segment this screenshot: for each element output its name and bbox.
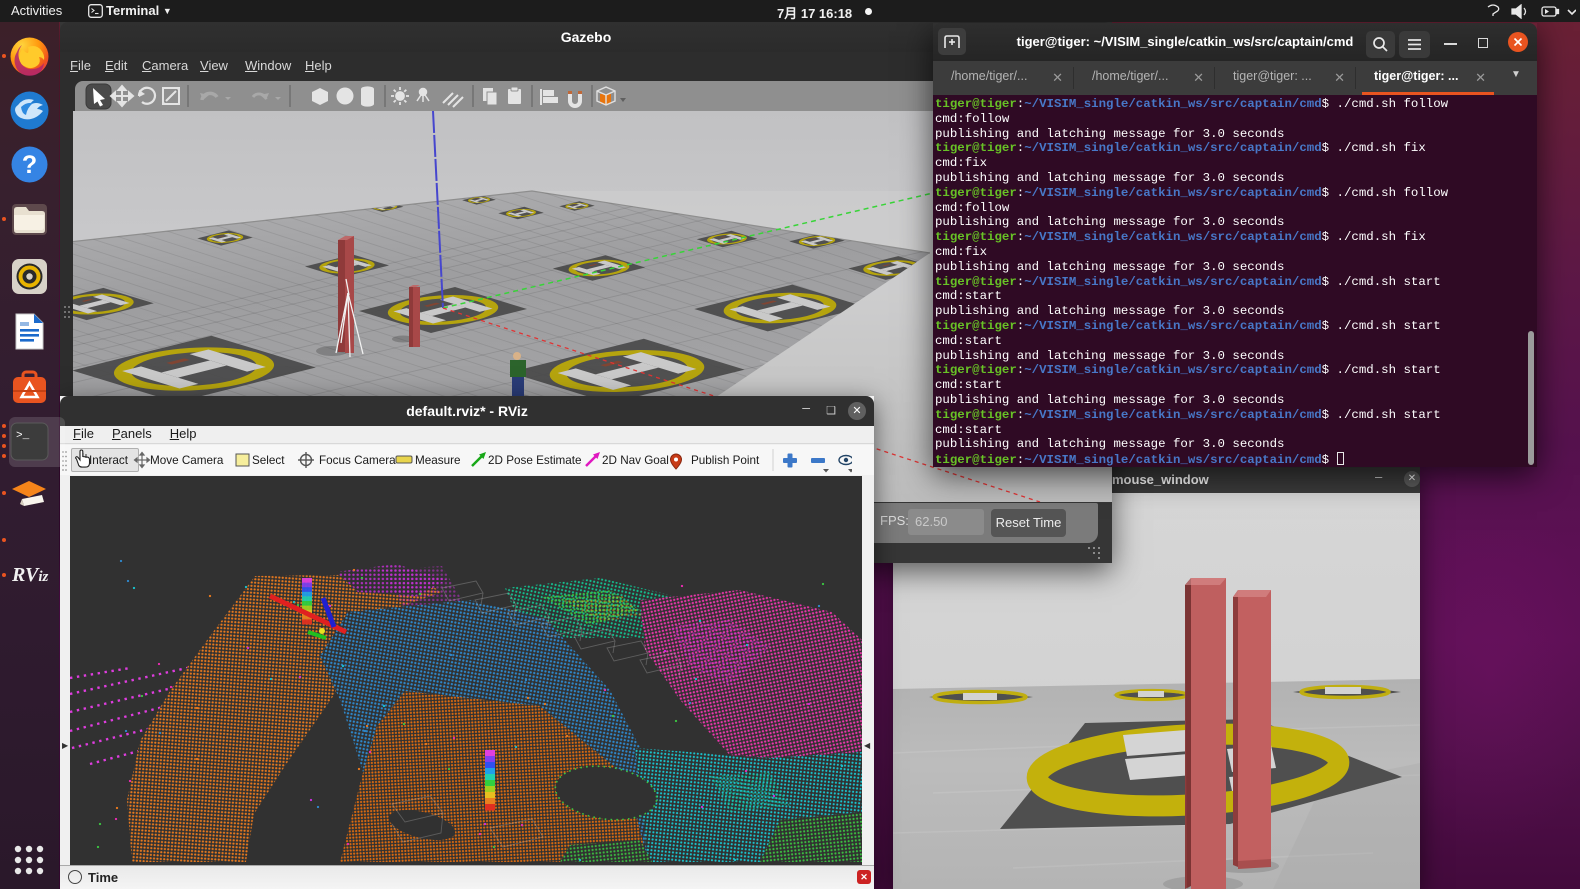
svg-text:?: ? — [22, 151, 37, 179]
svg-text:Publish Point: Publish Point — [691, 454, 760, 467]
svg-text:2D Nav Goal: 2D Nav Goal — [602, 454, 669, 467]
svg-text:Interact: Interact — [89, 454, 129, 467]
svg-text:Measure: Measure — [415, 454, 460, 467]
svg-text:>_: >_ — [16, 430, 30, 442]
svg-text:2D Pose Estimate: 2D Pose Estimate — [488, 454, 582, 467]
svg-text:Move Camera: Move Camera — [150, 454, 224, 467]
svg-text:Focus Camera: Focus Camera — [319, 454, 396, 467]
svg-text:Select: Select — [252, 454, 285, 467]
